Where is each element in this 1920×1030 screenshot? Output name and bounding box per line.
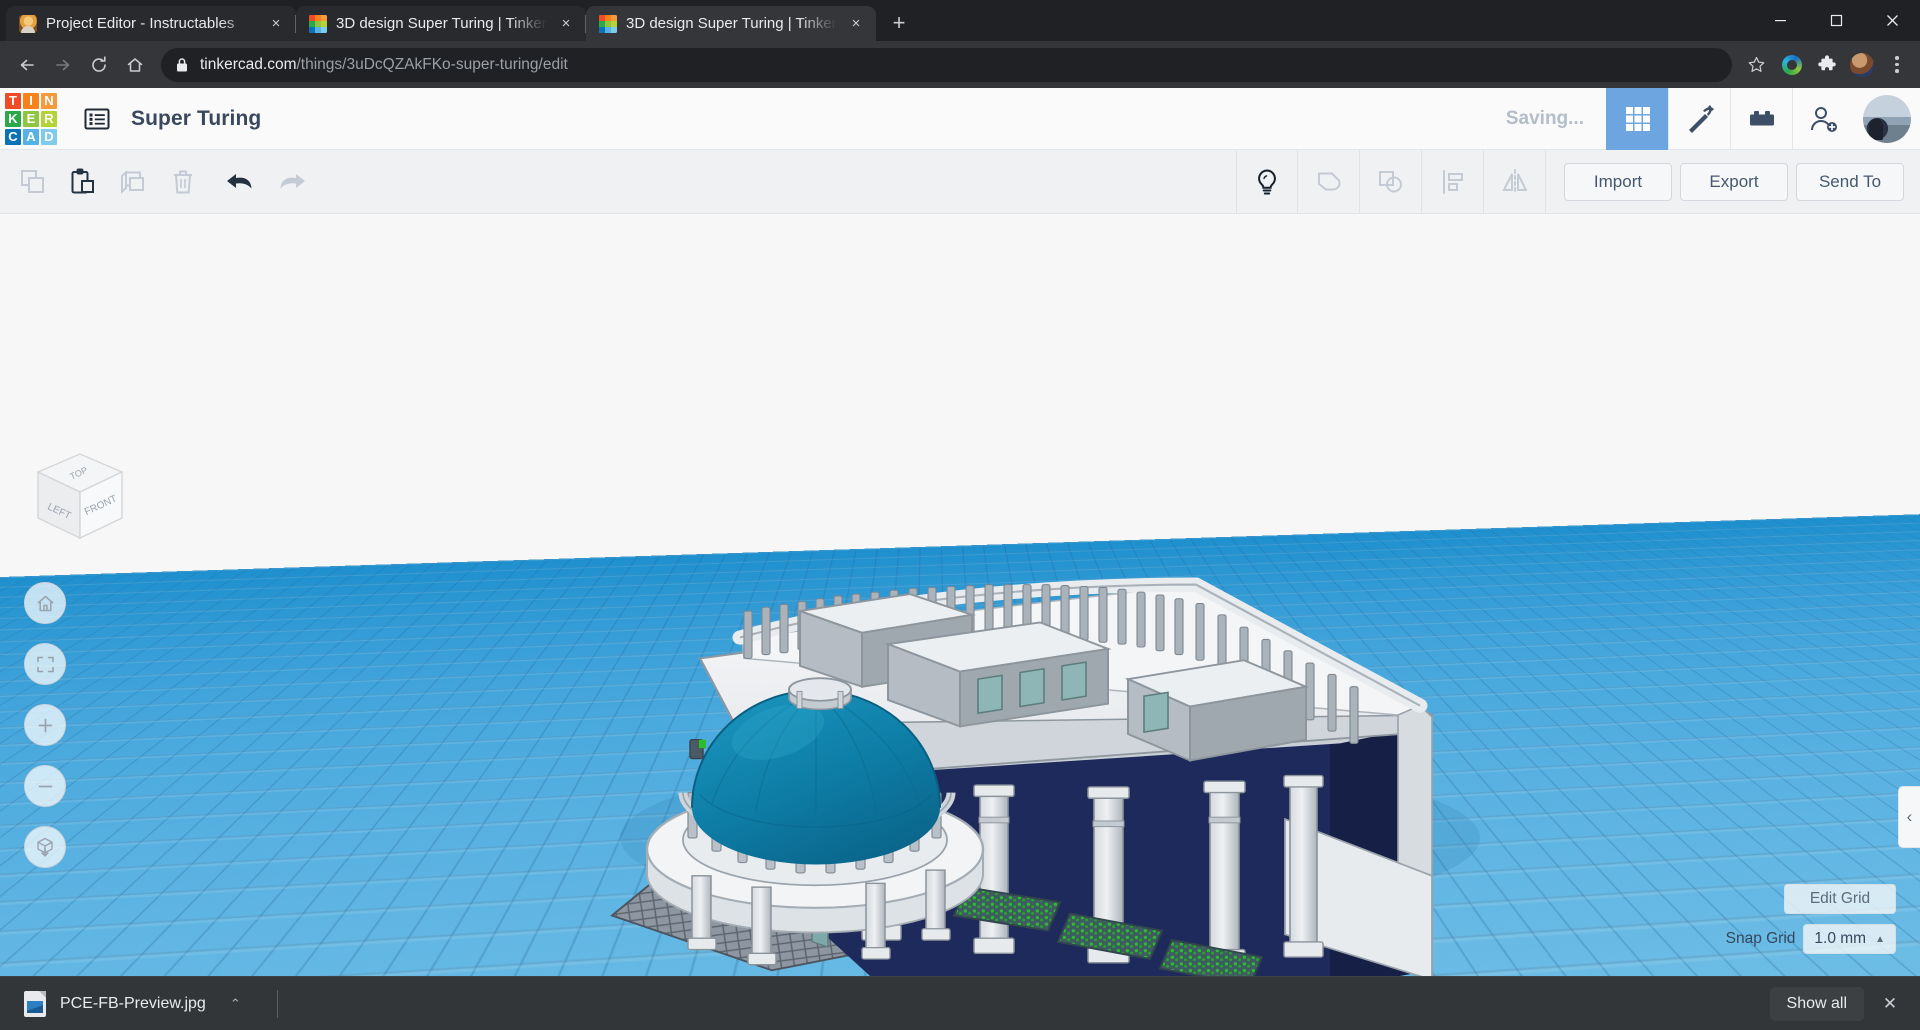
logo-tile-A: A <box>23 129 39 145</box>
back-button[interactable] <box>10 48 44 82</box>
downloads-divider <box>277 990 278 1018</box>
snap-grid-label: Snap Grid <box>1726 930 1796 948</box>
tab-close-button[interactable]: × <box>266 14 286 34</box>
edit-toolbar: Import Export Send To <box>0 150 1920 214</box>
tab-close-button[interactable]: × <box>556 14 576 34</box>
download-menu-caret[interactable]: ⌃ <box>220 996 251 1012</box>
show-all-downloads-button[interactable]: Show all <box>1770 987 1864 1021</box>
chevron-up-icon: ▲ <box>1875 934 1885 945</box>
redo-arrow-icon[interactable] <box>266 150 316 214</box>
logo-tile-R: R <box>41 111 57 127</box>
app-header-right: Saving... <box>1506 88 1920 150</box>
extensions-puzzle-icon[interactable] <box>1814 52 1840 78</box>
duplicate-button[interactable] <box>108 150 158 214</box>
logo-tile-N: N <box>41 93 57 109</box>
reload-button[interactable] <box>82 48 116 82</box>
lego-brick-icon[interactable] <box>1730 88 1792 150</box>
download-file-name: PCE-FB-Preview.jpg <box>60 995 206 1013</box>
download-item[interactable]: PCE-FB-Preview.jpg ⌃ <box>14 985 265 1023</box>
paste-button[interactable] <box>58 150 108 214</box>
home-icon[interactable] <box>24 582 66 624</box>
tinkercad-icon <box>309 15 327 33</box>
tab-title: Project Editor - Instructables <box>46 15 257 32</box>
app-header: T I N K E R C A D Super Turing Saving... <box>0 88 1920 150</box>
new-tab-button[interactable]: + <box>882 6 916 40</box>
instructables-icon <box>19 15 37 33</box>
edit-toolbar-right: Import Export Send To <box>1236 150 1920 214</box>
downloads-bar: PCE-FB-Preview.jpg ⌃ Show all ✕ <box>0 976 1920 1030</box>
page-title[interactable]: Super Turing <box>131 107 261 131</box>
forward-button[interactable] <box>46 48 80 82</box>
view-cube[interactable]: TOP LEFT FRONT <box>28 446 132 550</box>
group-shapes-icon[interactable] <box>1298 150 1360 214</box>
browser-extension-icons <box>1773 52 1910 78</box>
blocks-grid-icon[interactable] <box>1606 88 1668 150</box>
tab-strip: Project Editor - Instructables × 3D desi… <box>0 0 1920 41</box>
browser-tab-1[interactable]: Project Editor - Instructables × <box>6 6 296 41</box>
edit-grid-button[interactable]: Edit Grid <box>1784 884 1896 914</box>
logo-tile-K: K <box>5 111 21 127</box>
url-input[interactable]: tinkercad.com/things/3uDcQZAkFKo-super-t… <box>161 48 1732 82</box>
mirror-icon[interactable] <box>1484 150 1546 214</box>
logo-tile-I: I <box>23 93 39 109</box>
tab-title: 3D design Super Turing | Tinkercad <box>336 15 547 32</box>
browser-window: Project Editor - Instructables × 3D desi… <box>0 0 1920 1030</box>
tinkercad-app: T I N K E R C A D Super Turing Saving...… <box>0 88 1920 976</box>
import-button[interactable]: Import <box>1564 163 1672 201</box>
plus-icon[interactable] <box>24 704 66 746</box>
viewport-nav-buttons <box>24 582 66 868</box>
browser-tab-2[interactable]: 3D design Super Turing | Tinkercad × <box>296 6 586 41</box>
maximize-button[interactable] <box>1808 0 1864 41</box>
send-to-button[interactable]: Send To <box>1796 163 1904 201</box>
tab-title: 3D design Super Turing | Tinkercad <box>626 15 837 32</box>
logo-tile-T: T <box>5 93 21 109</box>
address-bar-row: tinkercad.com/things/3uDcQZAkFKo-super-t… <box>0 41 1920 88</box>
panel-collapse-handle[interactable]: ‹ <box>1898 786 1920 848</box>
url-path: /things/3uDcQZAkFKo-super-turing/edit <box>296 56 567 73</box>
snap-grid-select[interactable]: 1.0 mm ▲ <box>1803 924 1896 954</box>
profile-avatar[interactable] <box>1849 52 1875 78</box>
export-button[interactable]: Export <box>1680 163 1788 201</box>
ungroup-shapes-icon[interactable] <box>1360 150 1422 214</box>
workplane-grid <box>0 214 1920 593</box>
tinkercad-icon <box>599 15 617 33</box>
undo-arrow-icon[interactable] <box>216 150 266 214</box>
chrome-menu-icon[interactable] <box>1884 52 1910 78</box>
browser-tab-3-active[interactable]: 3D design Super Turing | Tinkercad × <box>586 6 876 41</box>
downloads-bar-right: Show all ✕ <box>1770 987 1906 1021</box>
tab-close-button[interactable]: × <box>846 14 866 34</box>
close-downloads-bar-button[interactable]: ✕ <box>1874 988 1906 1020</box>
star-icon[interactable] <box>1741 50 1771 80</box>
fit-frame-icon[interactable] <box>24 643 66 685</box>
lightbulb-icon[interactable] <box>1236 150 1298 214</box>
close-window-button[interactable] <box>1864 0 1920 41</box>
logo-tile-E: E <box>23 111 39 127</box>
status-badge: Saving... <box>1506 108 1606 130</box>
logo-tile-D: D <box>41 129 57 145</box>
invite-person-icon[interactable] <box>1792 88 1854 150</box>
snap-grid-row: Snap Grid 1.0 mm ▲ <box>1726 924 1896 954</box>
url-host: tinkercad.com <box>200 56 296 73</box>
user-avatar[interactable] <box>1863 95 1911 143</box>
image-file-icon <box>24 991 46 1017</box>
minus-icon[interactable] <box>24 765 66 807</box>
snap-grid-value: 1.0 mm <box>1814 930 1866 948</box>
trash-icon[interactable] <box>158 150 208 214</box>
minimize-button[interactable] <box>1752 0 1808 41</box>
logo-tile-C: C <box>5 129 21 145</box>
home-button[interactable] <box>118 48 152 82</box>
minecraft-pickaxe-icon[interactable] <box>1668 88 1730 150</box>
cube-toggle-icon[interactable] <box>24 826 66 868</box>
tinkercad-logo[interactable]: T I N K E R C A D <box>2 90 60 148</box>
window-controls <box>1752 0 1920 41</box>
3d-viewport[interactable]: TOP LEFT FRONT ‹ Edit Grid Snap Grid 1.0… <box>0 214 1920 976</box>
list-menu-icon[interactable] <box>80 102 114 136</box>
idm-download-icon[interactable] <box>1779 52 1805 78</box>
lock-icon <box>175 57 189 73</box>
align-icon[interactable] <box>1422 150 1484 214</box>
copy-button[interactable] <box>8 150 58 214</box>
